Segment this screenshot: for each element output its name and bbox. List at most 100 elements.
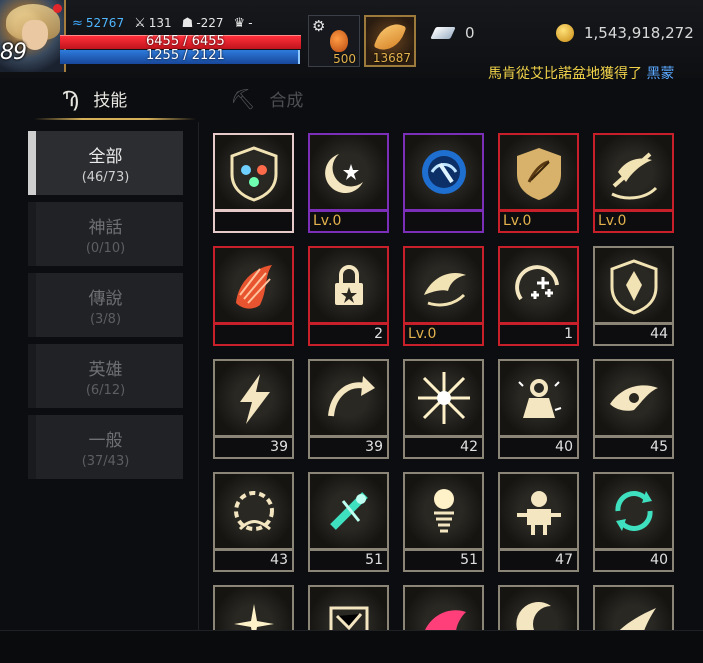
- skill-label-bar: 42: [403, 437, 484, 459]
- skill-icon-frame: [213, 246, 294, 324]
- gem-value: 0: [465, 24, 475, 42]
- tab-combine[interactable]: ⛏ 合成: [230, 86, 303, 112]
- skill-card[interactable]: 47: [498, 472, 579, 574]
- player-level: 89: [0, 40, 27, 65]
- skill-icon-frame: [403, 246, 484, 324]
- feather-count: 13687: [372, 51, 411, 65]
- skill-count: 47: [555, 552, 573, 568]
- category-count: (37/43): [81, 453, 130, 469]
- category-indicator: [28, 131, 36, 195]
- skill-label-bar: Lv.0: [498, 211, 579, 233]
- skill-card[interactable]: Lv.0: [308, 133, 389, 235]
- tab-skills-label: 技能: [93, 91, 128, 111]
- skill-icon-frame: [593, 246, 674, 324]
- stat-attack: ⚔ 131: [134, 16, 172, 31]
- skill-card[interactable]: 51: [308, 472, 389, 574]
- category-indicator: [28, 344, 36, 408]
- category-item[interactable]: 神話 (0/10): [28, 202, 183, 266]
- skill-label-bar: 1: [498, 324, 579, 346]
- skill-icon-frame: [308, 359, 389, 437]
- shield-crystal-icon: [595, 248, 672, 322]
- skill-card[interactable]: 42: [403, 359, 484, 461]
- skill-label-bar: 51: [308, 550, 389, 572]
- stat-attack-value: 131: [148, 16, 172, 30]
- skill-icon-frame: [498, 472, 579, 550]
- stat-defense: ☗ -227: [182, 16, 224, 31]
- crossed-swords-icon: ⚔: [134, 15, 146, 31]
- shield-elements-icon: [215, 135, 292, 209]
- skill-icon-frame: [213, 359, 294, 437]
- skill-label-bar: Lv.0: [593, 211, 674, 233]
- gold-value: 1,543,918,272: [584, 24, 694, 42]
- skill-card[interactable]: [498, 585, 579, 630]
- eagle-eye-icon: [595, 361, 672, 435]
- category-indicator: [28, 202, 36, 266]
- pink-wing-icon: [405, 587, 482, 630]
- skill-icon-frame: [308, 585, 389, 630]
- skill-card[interactable]: 39: [213, 359, 294, 461]
- gear-icon[interactable]: ⚙: [312, 17, 325, 35]
- lightning-icon: [215, 361, 292, 435]
- category-name: 一般: [88, 430, 123, 451]
- skill-card[interactable]: [308, 585, 389, 630]
- skill-card[interactable]: 43: [213, 472, 294, 574]
- burst-icon: [405, 361, 482, 435]
- category-count: (6/12): [85, 382, 126, 398]
- skill-card[interactable]: [593, 585, 674, 630]
- skill-label-bar: [213, 324, 294, 346]
- skill-icon-frame: [498, 246, 579, 324]
- skill-card[interactable]: [213, 585, 294, 630]
- skill-label-bar: 39: [308, 437, 389, 459]
- potion-count: 500: [333, 52, 356, 66]
- skill-icon-frame: [403, 472, 484, 550]
- moon-star-icon: [310, 135, 387, 209]
- tab-skills[interactable]: Ϡ 技能: [62, 86, 128, 112]
- skill-card[interactable]: 39: [308, 359, 389, 461]
- skill-icon-frame: [593, 359, 674, 437]
- stat-trophy-value: -: [248, 16, 253, 30]
- skill-icon-frame: [403, 133, 484, 211]
- category-item[interactable]: 傳說 (3/8): [28, 273, 183, 337]
- thorn-ring-icon: [215, 474, 292, 548]
- gem-currency: 0: [430, 24, 475, 42]
- category-item[interactable]: 全部 (46/73): [28, 131, 183, 195]
- active-tab-underline: [34, 118, 196, 120]
- skill-card[interactable]: 1: [498, 246, 579, 348]
- skill-card[interactable]: [213, 133, 294, 235]
- skill-card[interactable]: [213, 246, 294, 348]
- stat-power-value: 52767: [85, 16, 125, 30]
- skill-label-bar: 47: [498, 550, 579, 572]
- skill-card[interactable]: Lv.0: [498, 133, 579, 235]
- teal-slash-icon: [310, 474, 387, 548]
- skill-card[interactable]: [403, 133, 484, 235]
- skill-card[interactable]: Lv.0: [593, 133, 674, 235]
- hp-bar: 6455 / 6455: [60, 34, 301, 49]
- skill-count: 51: [365, 552, 383, 568]
- skill-icon-frame: [308, 246, 389, 324]
- skill-swirl-icon: Ϡ: [62, 86, 80, 111]
- flame-dash-icon: [595, 587, 672, 630]
- category-item[interactable]: 英雄 (6/12): [28, 344, 183, 408]
- gold-currency: 1,543,918,272: [556, 24, 694, 42]
- spring-orb-icon: [405, 474, 482, 548]
- skill-icon-frame: [593, 472, 674, 550]
- star-lock-icon: [310, 248, 387, 322]
- skill-card[interactable]: 51: [403, 472, 484, 574]
- skill-card[interactable]: 2: [308, 246, 389, 348]
- stat-power: ≈ 52767: [72, 16, 124, 31]
- skill-card[interactable]: 40: [498, 359, 579, 461]
- notification-dot: [53, 4, 62, 13]
- trophy-icon: ♛: [233, 15, 246, 31]
- skill-card[interactable]: [403, 585, 484, 630]
- skill-card[interactable]: Lv.0: [403, 246, 484, 348]
- skill-label-bar: Lv.0: [403, 324, 484, 346]
- skill-grid: Lv.0 Lv.0 Lv.0 2 Lv.0 1 44 39 39 42 40 45 43 51 51 47 40: [213, 133, 693, 630]
- skill-icon-frame: [308, 472, 389, 550]
- skill-card[interactable]: 40: [593, 472, 674, 574]
- skill-label-bar: 43: [213, 550, 294, 572]
- skill-card[interactable]: 44: [593, 246, 674, 348]
- anvil-icon: ⛏: [230, 86, 256, 111]
- skill-icon-frame: [593, 133, 674, 211]
- skill-card[interactable]: 45: [593, 359, 674, 461]
- category-item[interactable]: 一般 (37/43): [28, 415, 183, 479]
